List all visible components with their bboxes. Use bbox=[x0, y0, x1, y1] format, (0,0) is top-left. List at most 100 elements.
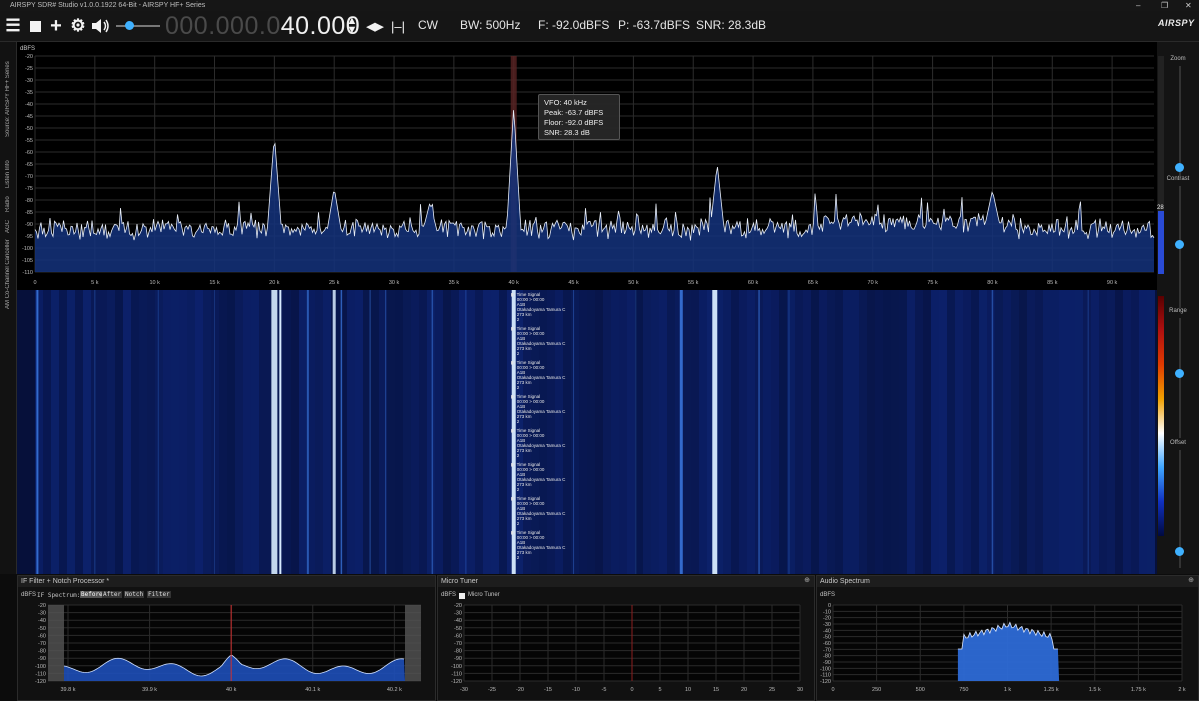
frequency-display[interactable]: 000.000.040.000 bbox=[165, 12, 360, 41]
y-tick-label: -120 bbox=[451, 679, 462, 685]
micro-tuner-checkbox-label[interactable]: Micro Tuner bbox=[468, 592, 500, 598]
x-tick-label: 15 bbox=[713, 687, 719, 693]
toolbar: ☰ + ⚙ 000.000.040.000 ▲ ▼ ◀▶ |–| CW BW: 5… bbox=[0, 11, 1199, 42]
x-tick-label: 1 k bbox=[1004, 687, 1012, 693]
speaker-icon[interactable] bbox=[91, 15, 111, 37]
y-tick-label: -90 bbox=[38, 656, 46, 662]
station-label[interactable]: ▮◊ Time Signal 00:00 > 00:00 A1B Otakadoyam… bbox=[511, 292, 566, 322]
station-label[interactable]: ▮◊ Time Signal 00:00 > 00:00 A1B Otakadoyam… bbox=[511, 428, 566, 458]
gear-icon[interactable]: ⚙ bbox=[70, 15, 86, 37]
if-filter-title: IF Filter + Notch Processor * bbox=[18, 576, 435, 587]
station-label[interactable]: ▮◊ Time Signal 00:00 > 00:00 A1B Otakadoyam… bbox=[511, 530, 566, 560]
volume-knob[interactable] bbox=[125, 21, 135, 30]
y-tick-label: -80 bbox=[454, 649, 462, 655]
x-tick-label: 65 k bbox=[808, 280, 819, 286]
waterfall-labels: ▮◊ Time Signal 00:00 > 00:00 A1B Otakadoyam… bbox=[17, 290, 1157, 574]
mode-label[interactable]: CW bbox=[418, 18, 438, 32]
x-tick-label: 2 k bbox=[1178, 687, 1186, 693]
station-label[interactable]: ▮◊ Time Signal 00:00 > 00:00 A1B Otakadoyam… bbox=[511, 462, 566, 492]
pin-icon[interactable]: ⊕ bbox=[804, 576, 810, 584]
x-tick-label: 750 bbox=[959, 687, 968, 693]
y-tick-label: -40 bbox=[454, 618, 462, 624]
micro-tuner-checkbox[interactable] bbox=[459, 593, 465, 599]
x-tick-label: 80 k bbox=[987, 280, 998, 286]
y-tick-label: -65 bbox=[25, 162, 33, 168]
y-tick-label: -50 bbox=[38, 626, 46, 632]
x-tick-label: 50 k bbox=[628, 280, 639, 286]
if-unit-label: dBFS bbox=[21, 592, 37, 598]
tune-left-right-icon[interactable]: ◀▶ bbox=[366, 15, 384, 37]
station-label[interactable]: ▮◊ Time Signal 00:00 > 00:00 A1B Otakadoyam… bbox=[511, 360, 566, 390]
micro-tuner-panel: Micro Tuner ⊕ dBFS Micro Tuner -20 -30 -40… bbox=[437, 575, 815, 701]
side-tabs: Source: AIRSPY HF+ Series Listen Info Ra… bbox=[0, 42, 17, 574]
menu-icon[interactable]: ☰ bbox=[5, 15, 21, 37]
y-tick-label: -80 bbox=[25, 198, 33, 204]
x-tick-label: 40.2 k bbox=[387, 687, 402, 693]
x-tick-label: 1.5 k bbox=[1089, 687, 1101, 693]
x-tick-label: 10 bbox=[685, 687, 691, 693]
volume-slider[interactable] bbox=[116, 21, 160, 30]
stop-icon[interactable] bbox=[27, 15, 43, 37]
if-notch-button[interactable]: Notch bbox=[124, 591, 145, 598]
zoom-knob[interactable] bbox=[1175, 163, 1184, 172]
peak-readout: P: -63.7dBFS bbox=[618, 18, 691, 32]
y-tick-label: -50 bbox=[454, 626, 462, 632]
station-label[interactable]: ▮◊ Time Signal 00:00 > 00:00 A1B Otakadoyam… bbox=[511, 496, 566, 526]
y-tick-label: -40 bbox=[823, 628, 831, 634]
filter-edge-right bbox=[405, 605, 421, 681]
zoom-slider[interactable] bbox=[1179, 66, 1181, 176]
restore-icon[interactable]: ❐ bbox=[1161, 0, 1168, 11]
tab-source[interactable]: Source: AIRSPY HF+ Series bbox=[2, 44, 14, 154]
snr-readout: SNR: 28.3dB bbox=[696, 18, 767, 32]
tooltip-snr: SNR: 28.3 dB bbox=[544, 128, 590, 137]
signal-tooltip: VFO: 40 kHz Peak: -63.7 dBFS Floor: -92.… bbox=[538, 94, 620, 140]
tooltip-vfo: VFO: 40 kHz bbox=[544, 98, 587, 107]
y-tick-label: -70 bbox=[454, 641, 462, 647]
x-tick-label: -30 bbox=[460, 687, 468, 693]
x-tick-label: -10 bbox=[572, 687, 580, 693]
x-tick-label: 500 bbox=[916, 687, 925, 693]
if-before-button[interactable]: Before bbox=[80, 591, 104, 598]
x-tick-label: 20 bbox=[741, 687, 747, 693]
station-label-n: 2 bbox=[516, 453, 520, 458]
y-tick-label: -110 bbox=[22, 270, 33, 276]
level-meter bbox=[1158, 56, 1164, 274]
close-icon[interactable]: ✕ bbox=[1185, 0, 1192, 11]
y-tick-label: -80 bbox=[823, 654, 831, 660]
tab-am-canceller[interactable]: AM Co-Channel Canceller bbox=[2, 238, 14, 310]
x-tick-label: 35 k bbox=[449, 280, 460, 286]
x-tick-label: 30 k bbox=[389, 280, 400, 286]
y-tick-label: -60 bbox=[38, 633, 46, 639]
tab-radio[interactable]: Radio bbox=[2, 194, 14, 214]
y-tick-label: -20 bbox=[454, 603, 462, 609]
offset-knob[interactable] bbox=[1175, 547, 1184, 556]
tune-up-down-icon[interactable]: ▲ ▼ bbox=[345, 15, 359, 37]
tab-listen-info[interactable]: Listen Info bbox=[2, 158, 14, 190]
station-label[interactable]: ▮◊ Time Signal 00:00 > 00:00 A1B Otakadoyam… bbox=[511, 326, 566, 356]
y-tick-label: -30 bbox=[454, 611, 462, 617]
x-tick-label: 45 k bbox=[568, 280, 579, 286]
if-after-button[interactable]: After bbox=[102, 591, 123, 598]
audio-spectrum-title: Audio Spectrum bbox=[817, 576, 1198, 587]
bandwidth-icon[interactable]: |–| bbox=[390, 15, 406, 37]
spectrum-view[interactable]: dBFS -20 -25 -30 -35 -40 -45 -50 -55 -60 -65 -70 -75… bbox=[17, 42, 1157, 290]
minimize-icon[interactable]: – bbox=[1136, 0, 1140, 11]
add-icon[interactable]: + bbox=[48, 15, 64, 37]
x-tick-label: 25 k bbox=[329, 280, 340, 286]
range-knob[interactable] bbox=[1175, 369, 1184, 378]
contrast-knob[interactable] bbox=[1175, 240, 1184, 249]
y-tick-label: -105 bbox=[22, 258, 33, 264]
station-label-n: 2 bbox=[516, 317, 520, 322]
range-slider[interactable] bbox=[1179, 318, 1181, 438]
waterfall-view[interactable]: ▮◊ Time Signal 00:00 > 00:00 A1B Otakadoyam… bbox=[17, 290, 1157, 574]
x-tick-label: 1.25 k bbox=[1044, 687, 1059, 693]
station-label-n: 2 bbox=[516, 555, 520, 560]
tab-agc[interactable]: AGC bbox=[2, 218, 14, 234]
y-tick-label: -75 bbox=[25, 186, 33, 192]
station-label[interactable]: ▮◊ Time Signal 00:00 > 00:00 A1B Otakadoyam… bbox=[511, 394, 566, 424]
station-label-n: 2 bbox=[516, 521, 520, 526]
if-filter-button[interactable]: Filter bbox=[147, 591, 171, 598]
level-value: 28 bbox=[1157, 205, 1164, 211]
pin-icon[interactable]: ⊕ bbox=[1188, 576, 1194, 584]
display-controls: Zoom Contrast Range Offset 28 bbox=[1157, 42, 1199, 574]
